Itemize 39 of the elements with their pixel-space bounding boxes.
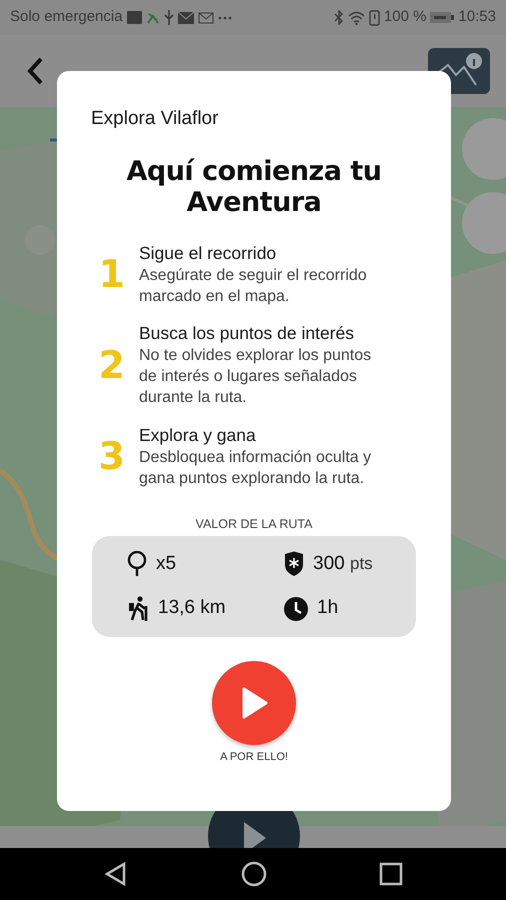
pin-icon — [126, 551, 148, 578]
usb-icon — [164, 10, 174, 25]
section-label: VALOR DE LA RUTA — [194, 516, 314, 534]
stat-value: 13,6 km — [158, 596, 226, 620]
carrier-text: Solo emergencia — [10, 7, 123, 28]
app-icon — [146, 10, 160, 24]
step-number: 3 — [98, 433, 126, 480]
hiker-icon — [126, 596, 150, 622]
stat-value: x5 — [156, 552, 176, 576]
shield-icon — [283, 551, 305, 578]
stat-value: 300 pts — [313, 552, 373, 576]
stat-value: 1h — [317, 596, 338, 620]
battery-percent: 100 % — [384, 7, 426, 28]
start-button[interactable] — [212, 660, 296, 745]
wifi-icon — [348, 10, 365, 24]
play-icon — [244, 822, 266, 848]
home-nav-button[interactable] — [240, 860, 268, 888]
mail-icon — [198, 12, 214, 24]
clock-icon — [283, 596, 309, 622]
clock-time: 10:53 — [458, 7, 496, 28]
more-icon — [218, 16, 232, 20]
mail-icon — [178, 12, 194, 24]
back-button[interactable] — [26, 57, 44, 85]
step-text: Desbloquea información oculta y gana puntos explorando la ruta. — [139, 448, 372, 489]
dialog-subtitle: Explora Vilaflor — [91, 107, 220, 131]
dialog-title: Aquí comienza tu Aventura — [125, 156, 383, 219]
step-title: Explora y gana — [139, 424, 257, 447]
start-label: A POR ELLO! — [220, 750, 288, 765]
battery-icon — [430, 12, 454, 23]
step-text: Asegúrate de seguir el recorrido marcado en el mapa. — [139, 266, 368, 307]
image-icon — [126, 11, 142, 24]
step-text: No te olvides explorar los puntos de interés o lugares señalados durante la ruta. — [139, 346, 372, 408]
recents-nav-button[interactable] — [378, 862, 403, 886]
battery-saver-icon — [368, 10, 380, 26]
step-title: Busca los puntos de interés — [139, 323, 355, 345]
step-number: 1 — [98, 251, 126, 298]
step-number: 2 — [98, 342, 126, 390]
bluetooth-icon — [334, 10, 344, 25]
step-title: Sigue el recorrido — [139, 242, 278, 265]
